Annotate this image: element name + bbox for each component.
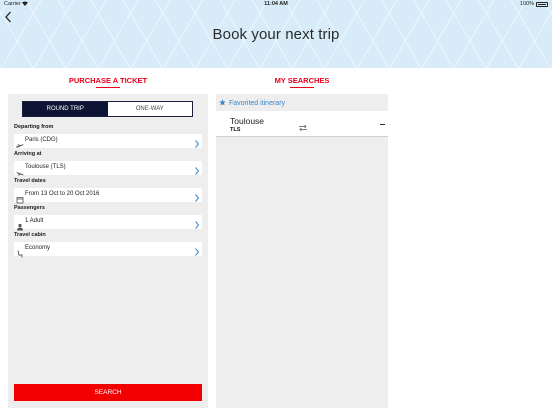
dates-field[interactable]: From 13 Oct to 20 Oct 2016: [14, 188, 202, 204]
chevron-right-icon: [194, 217, 200, 229]
passengers-field[interactable]: 1 Adult: [14, 215, 202, 231]
star-icon: [219, 99, 226, 108]
search-button[interactable]: SEARCH: [14, 384, 202, 401]
plane-takeoff-icon: [16, 137, 24, 148]
chevron-right-icon: [194, 163, 200, 175]
status-battery-percent: 100%: [519, 1, 534, 7]
dates-value: From 13 Oct to 20 Oct 2016: [25, 191, 100, 197]
booking-form-panel: ROUND TRIP ONE-WAY Departing from Paris …: [8, 94, 208, 408]
itinerary-city: Toulouse: [230, 116, 265, 126]
round-trip-arrows-icon: [298, 119, 308, 132]
dates-label: Travel dates: [14, 178, 46, 184]
tab-my-searches[interactable]: MY SEARCHES: [216, 76, 388, 88]
more-options-icon[interactable]: [380, 124, 385, 125]
passengers-value: 1 Adult: [25, 218, 44, 224]
seat-icon: [16, 245, 24, 258]
arriving-label: Arriving at: [14, 151, 42, 157]
passengers-label: Passengers: [14, 205, 45, 211]
tab-searches-label: MY SEARCHES: [274, 76, 330, 85]
my-searches-panel: Favorited itinerary Toulouse TLS: [216, 94, 388, 408]
departing-label: Departing from: [14, 124, 54, 130]
tab-purchase-label: PURCHASE A TICKET: [68, 76, 148, 85]
trip-type-toggle: ROUND TRIP ONE-WAY: [22, 101, 193, 117]
tab-purchase-ticket[interactable]: PURCHASE A TICKET: [8, 76, 208, 88]
battery-icon: [536, 2, 548, 7]
chevron-right-icon: [194, 136, 200, 148]
cabin-value: Economy: [25, 245, 51, 251]
header-banner: Carrier 11:04 AM 100% Book your next tri…: [0, 0, 552, 68]
cabin-field[interactable]: Economy: [14, 242, 202, 258]
back-button[interactable]: [4, 10, 16, 24]
arriving-field[interactable]: Toulouse (TLS): [14, 161, 202, 176]
favorited-header: Favorited itinerary: [219, 99, 285, 108]
cabin-label: Travel cabin: [14, 232, 46, 238]
person-icon: [16, 218, 24, 231]
status-bar: Carrier 11:04 AM 100%: [0, 0, 552, 9]
itinerary-item[interactable]: Toulouse TLS: [216, 111, 388, 137]
calendar-icon: [16, 191, 24, 204]
round-trip-button[interactable]: ROUND TRIP: [23, 102, 108, 116]
plane-landing-icon: [16, 164, 24, 176]
chevron-right-icon: [194, 190, 200, 202]
tab-underline: [290, 87, 314, 88]
chevron-right-icon: [194, 244, 200, 256]
tab-underline: [96, 87, 120, 88]
favorited-label: Favorited itinerary: [229, 100, 286, 107]
status-time: 11:04 AM: [264, 1, 288, 7]
chevron-left-icon: [5, 11, 11, 23]
one-way-button[interactable]: ONE-WAY: [108, 102, 193, 116]
departing-value: Paris (CDG): [25, 137, 58, 143]
itinerary-code: TLS: [230, 127, 241, 133]
departing-field[interactable]: Paris (CDG): [14, 134, 202, 148]
arriving-value: Toulouse (TLS): [25, 164, 66, 170]
page-title: Book your next trip: [212, 26, 340, 43]
